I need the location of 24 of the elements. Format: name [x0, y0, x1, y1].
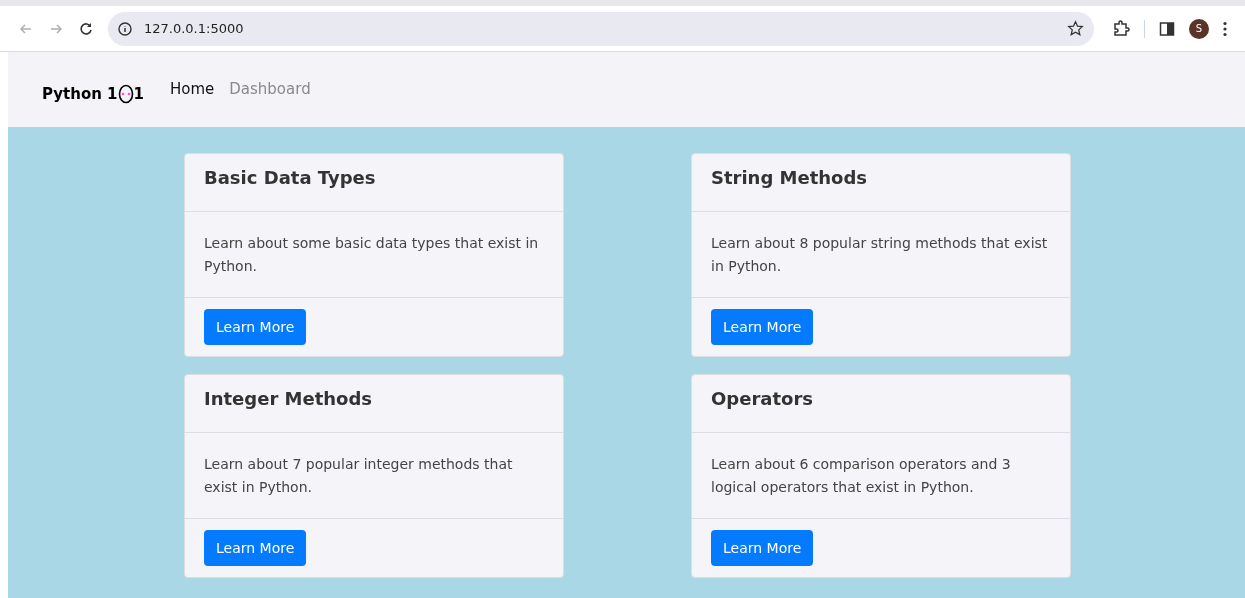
reload-icon[interactable]: [78, 20, 94, 37]
side-panel-icon[interactable]: [1159, 20, 1175, 37]
star-icon[interactable]: [1067, 20, 1084, 37]
learn-more-button[interactable]: Learn More: [204, 530, 307, 566]
card-text: Learn about some basic data types that exist in Python.: [204, 233, 540, 276]
menu-icon[interactable]: [1223, 20, 1227, 37]
card-text: Learn about 6 comparison operators and 3 logical operators that exist in Python.: [711, 454, 1012, 497]
learn-more-button[interactable]: Learn More: [711, 309, 814, 345]
info-icon[interactable]: [118, 21, 132, 36]
card-title: Integer Methods: [204, 387, 373, 411]
card-title: String Methods: [711, 166, 868, 190]
address-bar[interactable]: 127.0.0.1:5000: [108, 11, 1094, 46]
nav-link[interactable]: Home: [170, 78, 215, 101]
card-title: Operators: [711, 387, 813, 411]
brand-text[interactable]: 1: [133, 83, 144, 106]
url-text: 127.0.0.1:5000: [144, 19, 245, 38]
card-text: Learn about 7 popular integer methods that exist in Python.: [204, 454, 514, 497]
card-title: Basic Data Types: [204, 166, 376, 190]
learn-more-button[interactable]: Learn More: [711, 530, 814, 566]
puzzle-icon[interactable]: [1112, 19, 1130, 38]
card-text: Learn about 8 popular string methods that exist in Python.: [711, 233, 1049, 276]
learn-more-button[interactable]: Learn More: [204, 309, 307, 345]
profile-avatar[interactable]: S: [1189, 18, 1209, 39]
brand-text[interactable]: Python 1: [42, 83, 118, 106]
